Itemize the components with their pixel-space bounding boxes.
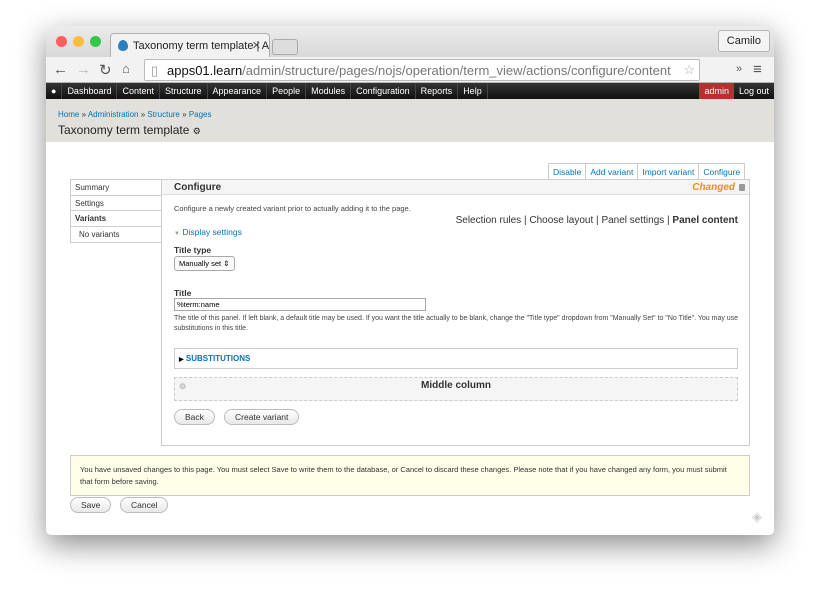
home-icon[interactable]: ⌂ bbox=[122, 61, 130, 76]
step-selection-rules: Selection rules bbox=[455, 215, 522, 226]
profile-button[interactable]: Camilo bbox=[717, 30, 770, 52]
title-bar: Taxonomy term template | A ✕ Camilo bbox=[46, 26, 774, 57]
middle-column-region: ⚙ Middle column bbox=[174, 377, 738, 401]
title-type-value: Manually set bbox=[179, 259, 222, 268]
configure-link[interactable]: Configure bbox=[699, 164, 744, 179]
page-title: Taxonomy term template ⚙ bbox=[58, 123, 201, 137]
minimize-window-button[interactable] bbox=[73, 36, 84, 47]
browser-toolbar: ← → ↻ ⌂ ▯ apps01.learn/admin/structure/p… bbox=[46, 57, 774, 83]
menu-configuration[interactable]: Configuration bbox=[351, 83, 416, 99]
drupal-logo-icon[interactable]: ● bbox=[46, 83, 63, 99]
menu-appearance[interactable]: Appearance bbox=[208, 83, 268, 99]
forward-arrow-icon[interactable]: → bbox=[76, 61, 91, 78]
title-type-select[interactable]: Manually set ⇕ bbox=[174, 256, 235, 271]
tab-settings[interactable]: Settings bbox=[71, 196, 161, 211]
step-panel-content: Panel content bbox=[672, 215, 738, 226]
tab-no-variants[interactable]: No variants bbox=[71, 227, 161, 243]
logout-link[interactable]: Log out bbox=[734, 83, 774, 99]
triangle-right-icon: ▶ bbox=[179, 357, 184, 363]
url-path: /admin/structure/pages/nojs/operation/te… bbox=[242, 63, 671, 78]
url-host: apps01.learn bbox=[167, 63, 243, 78]
address-bar[interactable]: ▯ apps01.learn/admin/structure/pages/noj… bbox=[144, 59, 700, 81]
wizard-steps: Selection rules | Choose layout | Panel … bbox=[455, 215, 738, 226]
substitutions-label: SUBSTITUTIONS bbox=[185, 354, 251, 363]
close-window-button[interactable] bbox=[56, 36, 67, 47]
display-settings-toggle[interactable]: ▼ Display settings bbox=[174, 227, 242, 237]
menu-dashboard[interactable]: Dashboard bbox=[62, 83, 118, 99]
panel-heading: Configure Changed bbox=[162, 180, 749, 195]
configure-panel: Configure Changed Configure a newly crea… bbox=[161, 179, 750, 446]
page-title-text: Taxonomy term template bbox=[58, 123, 190, 137]
breadcrumb-structure[interactable]: Structure bbox=[147, 110, 179, 119]
unsaved-changes-message: You have unsaved changes to this page. Y… bbox=[70, 455, 750, 496]
vertical-tabs: Summary Settings Variants No variants bbox=[70, 179, 162, 243]
menu-content[interactable]: Content bbox=[117, 83, 160, 99]
admin-menu: ● Dashboard Content Structure Appearance Peop… bbox=[46, 83, 774, 99]
tab-summary[interactable]: Summary bbox=[71, 180, 161, 196]
browser-tab[interactable]: Taxonomy term template | A ✕ bbox=[110, 33, 270, 57]
breadcrumb: Home » Administration » Structure » Page… bbox=[58, 110, 212, 119]
disable-link[interactable]: Disable bbox=[549, 164, 587, 179]
operations-tabs: Disable Add variant Import variant Confi… bbox=[548, 163, 746, 179]
cancel-button[interactable]: Cancel bbox=[120, 497, 169, 513]
back-button[interactable]: Back bbox=[174, 409, 215, 425]
menu-people[interactable]: People bbox=[267, 83, 307, 99]
gear-icon[interactable]: ⚙ bbox=[193, 126, 201, 136]
menu-help[interactable]: Help bbox=[458, 83, 488, 99]
back-arrow-icon[interactable]: ← bbox=[53, 61, 68, 78]
substitutions-fieldset[interactable]: ▶ SUBSTITUTIONS bbox=[174, 348, 738, 369]
title-type-label: Title type bbox=[174, 245, 212, 255]
page-header: Home » Administration » Structure » Page… bbox=[46, 99, 774, 142]
page-icon: ▯ bbox=[151, 63, 159, 78]
maximize-window-button[interactable] bbox=[90, 36, 101, 47]
breadcrumb-administration[interactable]: Administration bbox=[88, 110, 139, 119]
region-title: Middle column bbox=[421, 380, 491, 391]
region-settings-icon[interactable]: ⚙ bbox=[179, 382, 186, 391]
breadcrumb-home[interactable]: Home bbox=[58, 110, 79, 119]
menu-structure[interactable]: Structure bbox=[160, 83, 208, 99]
import-variant-link[interactable]: Import variant bbox=[638, 164, 700, 179]
changed-status: Changed bbox=[692, 182, 735, 193]
step-panel-settings: Panel settings bbox=[601, 215, 665, 226]
panel-description: Configure a newly created variant prior … bbox=[174, 204, 411, 213]
tab-variants[interactable]: Variants bbox=[71, 211, 161, 227]
breadcrumb-pages[interactable]: Pages bbox=[189, 110, 212, 119]
title-input[interactable]: %term:name bbox=[174, 298, 426, 311]
lock-icon bbox=[739, 184, 745, 191]
reload-icon[interactable]: ↻ bbox=[99, 61, 112, 79]
save-button[interactable]: Save bbox=[70, 497, 112, 513]
title-help-text: The title of this panel. If left blank, … bbox=[174, 315, 739, 332]
display-settings-label: Display settings bbox=[182, 227, 242, 237]
extensions-overflow-icon[interactable]: » bbox=[736, 63, 742, 75]
menu-icon[interactable]: ≡ bbox=[753, 61, 762, 78]
step-choose-layout: Choose layout bbox=[529, 215, 594, 226]
bookmark-star-icon[interactable]: ☆ bbox=[683, 62, 695, 78]
edit-pencil-icon[interactable]: ◈ bbox=[752, 509, 762, 525]
drupal-favicon-icon bbox=[118, 40, 128, 51]
select-arrows-icon: ⇕ bbox=[223, 259, 230, 268]
menu-reports[interactable]: Reports bbox=[416, 83, 459, 99]
title-label: Title bbox=[174, 288, 192, 298]
new-tab-button[interactable] bbox=[272, 39, 298, 55]
triangle-down-icon: ▼ bbox=[174, 231, 180, 237]
panel-heading-text: Configure bbox=[174, 182, 222, 193]
menu-modules[interactable]: Modules bbox=[306, 83, 352, 99]
add-variant-link[interactable]: Add variant bbox=[586, 164, 639, 179]
create-variant-button[interactable]: Create variant bbox=[224, 409, 300, 425]
admin-user-link[interactable]: admin bbox=[699, 83, 734, 99]
close-tab-icon[interactable]: ✕ bbox=[252, 39, 261, 52]
tab-title: Taxonomy term template | A bbox=[133, 40, 270, 52]
browser-window: Taxonomy term template | A ✕ Camilo ← → … bbox=[46, 26, 774, 535]
